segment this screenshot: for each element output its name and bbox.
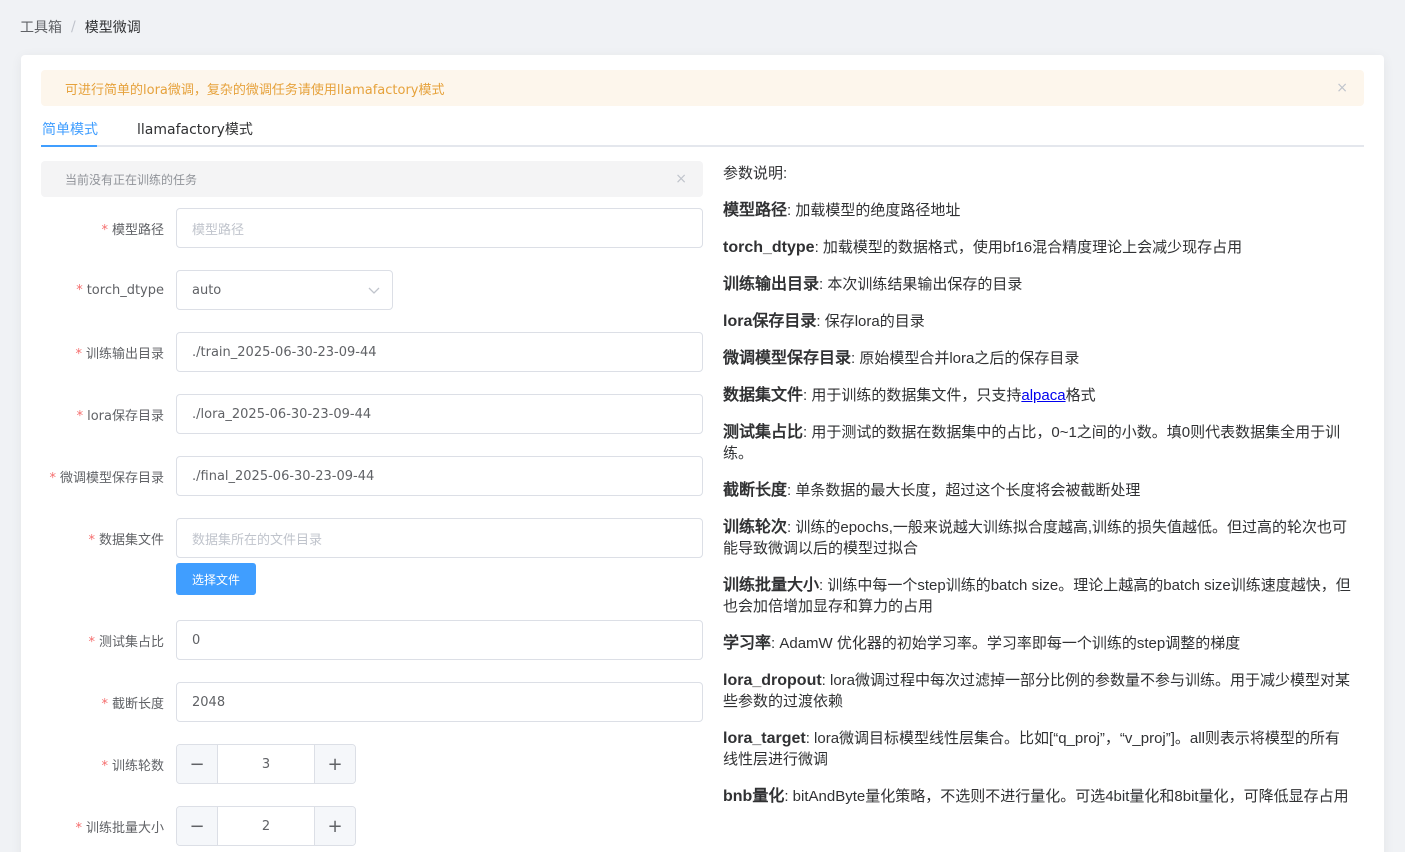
final-dir-input[interactable]: ./final_2025-06-30-23-09-44 [176,456,703,496]
help-item: 训练批量大小: 训练中每一个step训练的batch size。理论上越高的ba… [723,577,1351,615]
mode-tabs: 简单模式 llamafactory模式 [41,115,1364,147]
form-row-torch-dtype: * torch_dtype auto [41,270,703,310]
help-item: 学习率: AdamW 优化器的初始学习率。学习率即每一个训练的step调整的梯度 [723,635,1241,652]
parameter-help-panel: 参数说明: 模型路径: 加载模型的绝度路径地址 torch_dtype: 加载模… [723,161,1353,823]
active-tab-indicator [41,145,97,147]
help-item: lora保存目录: 保存lora的目录 [723,313,925,330]
epochs-value[interactable]: 3 [218,745,314,783]
test-ratio-label: * 测试集占比 [88,634,164,650]
model-path-label: * 模型路径 [101,222,164,238]
breadcrumb-root[interactable]: 工具箱 [20,17,62,37]
lora-dir-label: * lora保存目录 [76,408,164,424]
help-item: 微调模型保存目录: 原始模型合并lora之后的保存目录 [723,350,1080,367]
torch-dtype-select[interactable]: auto [176,270,393,310]
epochs-decrement-button[interactable]: − [177,745,218,783]
help-item: lora_target: lora微调目标模型线性层集合。比如[“q_proj”… [723,730,1340,768]
form-row-epochs: * 训练轮数 − 3 + [41,744,703,784]
main-card: 可进行简单的lora微调，复杂的微调任务请使用llamafactory模式 × … [21,55,1384,852]
breadcrumb: 工具箱 / 模型微调 [20,17,141,37]
tab-llamafactory-mode[interactable]: llamafactory模式 [137,119,253,139]
breadcrumb-separator: / [71,19,76,35]
model-path-input[interactable]: 模型路径 [176,208,703,248]
output-dir-input[interactable]: ./train_2025-06-30-23-09-44 [176,332,703,372]
form-row-lora-dir: * lora保存目录 ./lora_2025-06-30-23-09-44 [41,394,703,434]
lora-dir-input[interactable]: ./lora_2025-06-30-23-09-44 [176,394,703,434]
batch-size-label: * 训练批量大小 [75,820,164,836]
cutoff-len-label: * 截断长度 [101,696,164,712]
help-item: 训练轮次: 训练的epochs,一般来说越大训练拟合度越高,训练的损失值越低。但… [723,519,1348,557]
alpaca-link[interactable]: alpaca [1021,387,1065,404]
training-status-alert: 当前没有正在训练的任务 × [41,161,703,197]
help-item: 数据集文件: 用于训练的数据集文件，只支持alpaca格式 [723,387,1096,404]
form-row-cutoff-len: * 截断长度 2048 [41,682,703,722]
tab-simple-mode[interactable]: 简单模式 [42,119,98,139]
dataset-label: * 数据集文件 [88,532,164,548]
training-status-text: 当前没有正在训练的任务 [65,172,198,187]
form-row-output-dir: * 训练输出目录 ./train_2025-06-30-23-09-44 [41,332,703,372]
dataset-input[interactable]: 数据集所在的文件目录 [176,518,703,558]
output-dir-label: * 训练输出目录 [75,346,164,362]
test-ratio-input[interactable]: 0 [176,620,703,660]
final-dir-label: * 微调模型保存目录 [49,470,164,486]
help-item: bnb量化: bitAndByte量化策略，不选则不进行量化。可选4bit量化和… [723,788,1349,805]
chevron-down-icon [368,287,380,294]
form-row-test-ratio: * 测试集占比 0 [41,620,703,660]
torch-dtype-label: * torch_dtype [76,282,164,298]
batch-size-decrement-button[interactable]: − [177,807,218,845]
form-row-batch-size: * 训练批量大小 − 2 + [41,806,703,846]
close-icon[interactable]: × [675,171,687,187]
cutoff-len-input[interactable]: 2048 [176,682,703,722]
form-row-final-dir: * 微调模型保存目录 ./final_2025-06-30-23-09-44 [41,456,703,496]
epochs-label: * 训练轮数 [101,758,164,774]
help-item: lora_dropout: lora微调过程中每次过滤掉一部分比例的参数量不参与… [723,672,1351,710]
help-item: 训练输出目录: 本次训练结果输出保存的目录 [723,276,1023,293]
form-row-model-path: * 模型路径 模型路径 [41,208,703,248]
epochs-stepper: − 3 + [176,744,356,784]
close-icon[interactable]: × [1336,80,1348,96]
form-row-dataset: * 数据集文件 数据集所在的文件目录 [41,518,703,558]
help-item: 模型路径: 加载模型的绝度路径地址 [723,202,961,219]
epochs-increment-button[interactable]: + [314,745,355,783]
warning-alert: 可进行简单的lora微调，复杂的微调任务请使用llamafactory模式 × [41,70,1364,106]
breadcrumb-current: 模型微调 [84,20,141,36]
select-file-button[interactable]: 选择文件 [176,563,256,595]
batch-size-stepper: − 2 + [176,806,356,846]
help-title: 参数说明: [723,165,788,182]
help-item: 截断长度: 单条数据的最大长度，超过这个长度将会被截断处理 [723,482,1141,499]
warning-alert-text: 可进行简单的lora微调，复杂的微调任务请使用llamafactory模式 [65,82,445,98]
batch-size-value[interactable]: 2 [218,807,314,845]
help-item: torch_dtype: 加载模型的数据格式，使用bf16混合精度理论上会减少现… [723,239,1243,256]
batch-size-increment-button[interactable]: + [314,807,355,845]
help-item: 测试集占比: 用于测试的数据在数据集中的占比，0~1之间的小数。填0则代表数据集… [723,424,1341,462]
